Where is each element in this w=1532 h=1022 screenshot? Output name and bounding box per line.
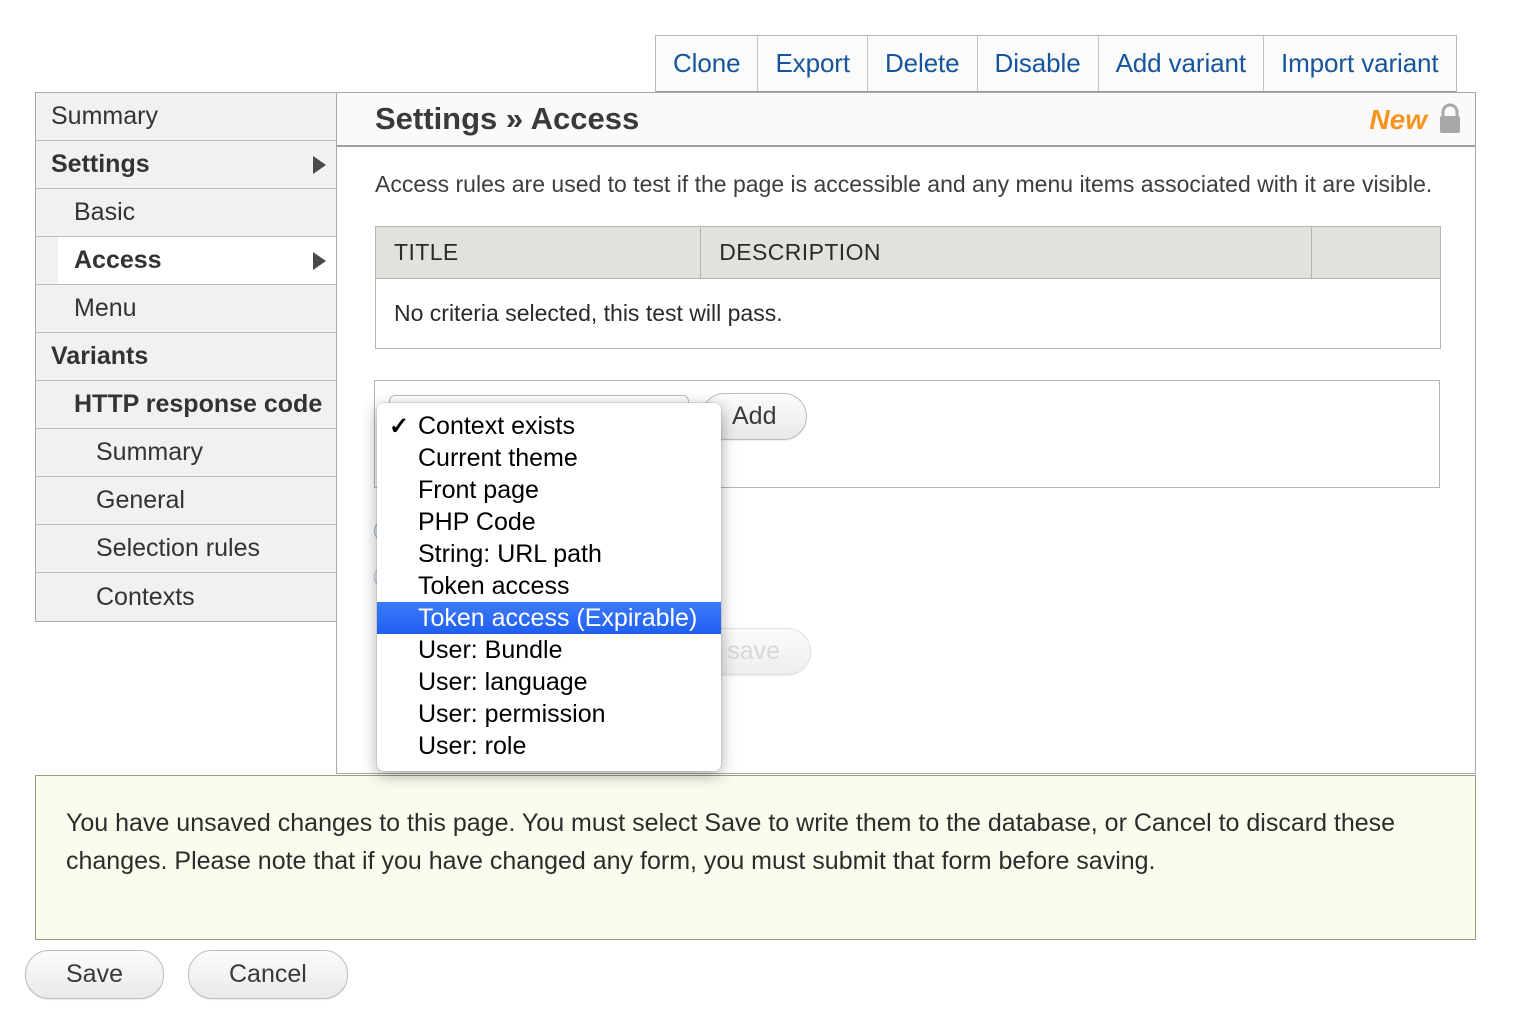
table-row: No criteria selected, this test will pas… xyxy=(376,279,1441,349)
sidebar-item-label: Summary xyxy=(96,438,203,467)
footer-actions: Save Cancel xyxy=(25,950,348,999)
sidebar-item-label: HTTP response code xyxy=(74,390,322,419)
empty-message: No criteria selected, this test will pas… xyxy=(376,279,1441,349)
unsaved-changes-warning: You have unsaved changes to this page. Y… xyxy=(35,775,1476,940)
sidebar-indent-rule xyxy=(36,477,58,524)
dropdown-item-user-permission[interactable]: User: permission xyxy=(377,698,721,730)
sidebar-item-contexts[interactable]: Contexts xyxy=(36,573,336,621)
dropdown-item-label: Token access (Expirable) xyxy=(418,604,697,633)
dropdown-item-label: Context exists xyxy=(418,412,575,441)
chevron-right-icon xyxy=(313,252,326,270)
sidebar-indent-rule xyxy=(36,381,58,428)
sidebar-item-settings[interactable]: Settings xyxy=(36,141,336,189)
dropdown-item-front-page[interactable]: Front page xyxy=(377,474,721,506)
dropdown-item-context-exists[interactable]: ✓ Context exists xyxy=(377,410,721,442)
column-header-actions xyxy=(1311,227,1440,279)
column-header-description: DESCRIPTION xyxy=(701,227,1312,279)
criteria-table: TITLE DESCRIPTION No criteria selected, … xyxy=(375,226,1441,349)
sidebar-indent-rule xyxy=(36,573,58,621)
sidebar-item-summary[interactable]: Summary xyxy=(36,93,336,141)
clone-button[interactable]: Clone xyxy=(656,36,758,91)
sidebar-item-label: General xyxy=(96,486,185,515)
dropdown-item-token-access[interactable]: Token access xyxy=(377,570,721,602)
dropdown-item-label: PHP Code xyxy=(418,508,536,537)
sidebar-item-selection-rules[interactable]: Selection rules xyxy=(36,525,336,573)
sidebar-item-label: Variants xyxy=(51,342,148,371)
main-header: Settings » Access New xyxy=(337,93,1475,147)
sidebar-indent-rule xyxy=(36,429,58,476)
sidebar-item-general[interactable]: General xyxy=(36,477,336,525)
dropdown-item-label: User: permission xyxy=(418,700,606,729)
check-icon: ✓ xyxy=(389,412,409,441)
sidebar-item-menu[interactable]: Menu xyxy=(36,285,336,333)
dropdown-item-label: User: Bundle xyxy=(418,636,563,665)
sidebar-indent-rule xyxy=(36,237,58,284)
sidebar-item-access[interactable]: Access xyxy=(36,237,336,285)
dropdown-item-label: Token access xyxy=(418,572,569,601)
chevron-right-icon xyxy=(313,156,326,174)
disable-button[interactable]: Disable xyxy=(978,36,1099,91)
column-header-title: TITLE xyxy=(376,227,701,279)
sidebar-indent-rule xyxy=(36,189,58,236)
dropdown-item-label: String: URL path xyxy=(418,540,602,569)
sidebar-item-label: Contexts xyxy=(96,583,195,612)
dropdown-item-label: Front page xyxy=(418,476,539,505)
import-variant-button[interactable]: Import variant xyxy=(1264,36,1456,91)
navigation-sidebar: Summary Settings Basic Access Menu Variants HT… xyxy=(35,92,337,622)
sidebar-item-label: Selection rules xyxy=(96,534,260,563)
dropdown-item-string-url-path[interactable]: String: URL path xyxy=(377,538,721,570)
lock-icon xyxy=(1435,101,1465,140)
add-variant-button[interactable]: Add variant xyxy=(1099,36,1264,91)
sidebar-item-label: Access xyxy=(74,246,162,275)
dropdown-item-user-language[interactable]: User: language xyxy=(377,666,721,698)
sidebar-item-summary[interactable]: Summary xyxy=(36,429,336,477)
criteria-dropdown-menu[interactable]: ✓ Context exists Current theme Front page PH… xyxy=(377,403,721,771)
sidebar-item-http-response-code[interactable]: HTTP response code xyxy=(36,381,336,429)
page-title: Settings » Access xyxy=(375,101,639,137)
page-root: CloneExportDeleteDisableAdd variantImpor… xyxy=(0,0,1532,1022)
export-button[interactable]: Export xyxy=(758,36,868,91)
page-description: Access rules are used to test if the pag… xyxy=(375,169,1437,200)
dropdown-item-label: User: language xyxy=(418,668,588,697)
sidebar-indent-rule xyxy=(36,525,58,572)
dropdown-item-user-role[interactable]: User: role xyxy=(377,730,721,762)
dropdown-item-label: User: role xyxy=(418,732,526,761)
header-right-group: New xyxy=(1369,93,1465,147)
status-badge: New xyxy=(1369,104,1427,136)
save-button[interactable]: Save xyxy=(25,950,164,999)
dropdown-item-label: Current theme xyxy=(418,444,578,473)
table-header-row: TITLE DESCRIPTION xyxy=(376,227,1441,279)
sidebar-item-label: Settings xyxy=(51,150,150,179)
sidebar-item-basic[interactable]: Basic xyxy=(36,189,336,237)
sidebar-indent-rule xyxy=(36,285,58,332)
cancel-button[interactable]: Cancel xyxy=(188,950,348,999)
delete-button[interactable]: Delete xyxy=(868,36,978,91)
dropdown-item-php-code[interactable]: PHP Code xyxy=(377,506,721,538)
sidebar-item-label: Summary xyxy=(51,102,158,131)
dropdown-item-token-access-expirable-[interactable]: Token access (Expirable) xyxy=(377,602,721,634)
dropdown-item-current-theme[interactable]: Current theme xyxy=(377,442,721,474)
sidebar-item-variants[interactable]: Variants xyxy=(36,333,336,381)
dropdown-item-user-bundle[interactable]: User: Bundle xyxy=(377,634,721,666)
sidebar-item-label: Basic xyxy=(74,198,135,227)
warning-text: You have unsaved changes to this page. Y… xyxy=(66,804,1445,880)
sidebar-item-label: Menu xyxy=(74,294,137,323)
main-body: Access rules are used to test if the pag… xyxy=(337,147,1475,349)
action-toolbar: CloneExportDeleteDisableAdd variantImpor… xyxy=(655,35,1457,92)
